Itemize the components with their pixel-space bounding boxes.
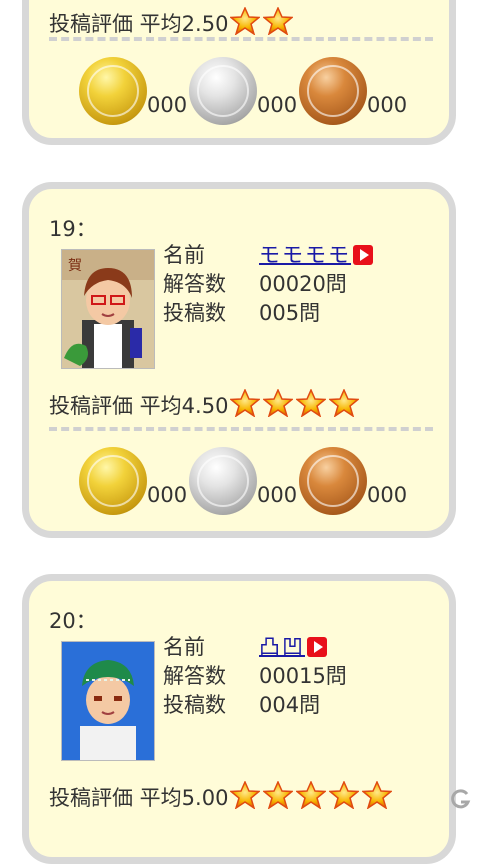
silver-medal-icon — [189, 447, 257, 515]
user-name-link[interactable]: 凸凹 — [259, 635, 305, 659]
play-icon[interactable] — [353, 245, 373, 265]
silver-medal-icon — [189, 57, 257, 125]
answers-value: 00015問 — [259, 664, 347, 688]
star-icon — [262, 6, 295, 36]
star-icon — [295, 388, 328, 418]
star-icon — [229, 6, 262, 36]
rating-label: 投稿評価 平均4.50 — [49, 394, 229, 418]
name-label: 名前 — [163, 243, 205, 267]
rating-label: 投稿評価 平均5.00 — [49, 786, 229, 810]
bronze-medal-count: 000 — [367, 483, 408, 507]
rank-number: 19： — [49, 217, 97, 241]
play-icon[interactable] — [307, 637, 327, 657]
gold-medal-count: 000 — [147, 93, 188, 117]
rating-label: 投稿評価 平均2.50 — [49, 12, 229, 36]
star-rating — [229, 780, 395, 814]
rating-row: 投稿評価 平均5.00 — [49, 780, 395, 814]
star-rating — [229, 6, 296, 40]
name-row: 名前 モモモモ — [163, 239, 373, 269]
divider — [49, 427, 433, 431]
posts-label: 投稿数 — [163, 693, 226, 717]
star-icon — [229, 388, 262, 418]
bronze-medal-icon — [299, 57, 367, 125]
star-icon — [295, 780, 328, 810]
star-rating — [229, 388, 362, 422]
star-icon — [361, 780, 394, 810]
star-icon — [328, 780, 361, 810]
svg-text:賀: 賀 — [68, 258, 82, 274]
rating-row: 投稿評価 平均4.50 — [49, 388, 362, 422]
star-icon — [328, 388, 361, 418]
silver-medal-count: 000 — [257, 483, 298, 507]
gold-medal-count: 000 — [147, 483, 188, 507]
star-icon — [262, 780, 295, 810]
gold-medal-icon — [79, 447, 147, 515]
avatar[interactable]: 賀 — [61, 249, 155, 369]
name-label: 名前 — [163, 635, 205, 659]
answers-label: 解答数 — [163, 664, 226, 688]
gold-medal-icon — [79, 57, 147, 125]
posts-value: 004問 — [259, 693, 321, 717]
bronze-medal-icon — [299, 447, 367, 515]
answers-value: 00020問 — [259, 272, 347, 296]
posts-value: 005問 — [259, 301, 321, 325]
bronze-medal-count: 000 — [367, 93, 408, 117]
posts-label: 投稿数 — [163, 301, 226, 325]
star-icon — [262, 388, 295, 418]
name-row: 名前 凸凹 — [163, 631, 327, 661]
rating-row: 投稿評価 平均2.50 — [49, 6, 296, 40]
answers-label: 解答数 — [163, 272, 226, 296]
posts-row: 投稿数 005問 — [163, 297, 320, 327]
avatar[interactable] — [61, 641, 155, 761]
answers-row: 解答数 00020問 — [163, 268, 347, 298]
answers-row: 解答数 00015問 — [163, 660, 347, 690]
user-name-link[interactable]: モモモモ — [259, 243, 351, 267]
site-logo-icon — [450, 788, 472, 810]
medal-row: 000 000 000 — [77, 447, 437, 517]
posts-row: 投稿数 004問 — [163, 689, 320, 719]
rank-number: 20： — [49, 609, 97, 633]
silver-medal-count: 000 — [257, 93, 298, 117]
medal-row: 000 000 000 — [77, 57, 437, 127]
ranking-card-19: 19： 賀 名前 モモモモ 解答数 00020問 投稿数 005問 投稿評価 平均4.… — [22, 182, 456, 538]
ranking-card-18: 投稿評価 平均2.50 000 000 000 — [22, 0, 456, 145]
divider — [49, 37, 433, 41]
ranking-card-20: 20： 名前 凸凹 解答数 00015問 投稿数 004問 投稿評価 平均5.00 — [22, 574, 456, 864]
star-icon — [229, 780, 262, 810]
